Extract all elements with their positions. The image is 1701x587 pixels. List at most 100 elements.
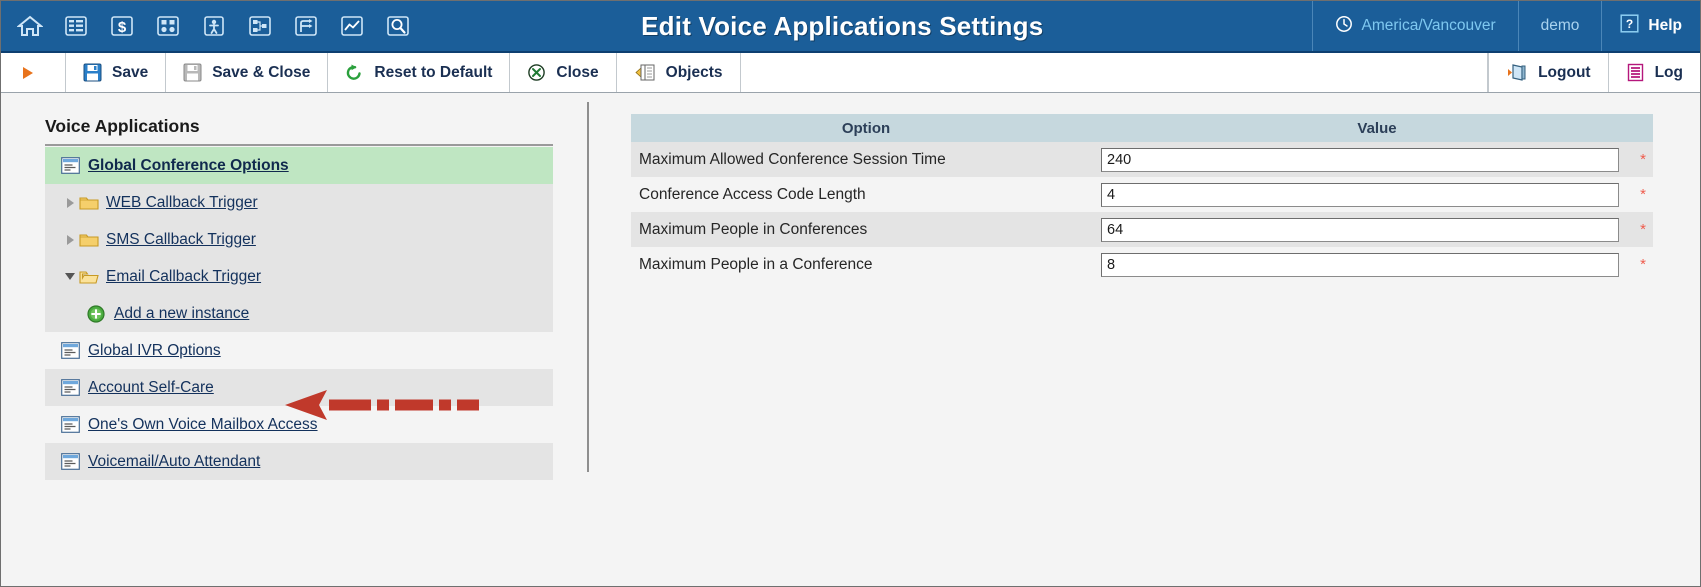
clock-icon — [1335, 15, 1353, 38]
tree-item-label[interactable]: Global Conference Options — [88, 157, 289, 175]
folder-icon — [79, 231, 99, 249]
max-people-in-conferences-input[interactable] — [1101, 217, 1619, 242]
floppy-disk-icon — [83, 63, 102, 82]
value-cell — [1101, 142, 1623, 177]
add-plus-icon — [87, 304, 107, 323]
required-asterisk: * — [1623, 247, 1654, 282]
top-header-bar: $ Edit Voice Applications Settings Ameri… — [1, 1, 1700, 53]
options-page-icon — [61, 157, 81, 175]
tree-item-label[interactable]: SMS Callback Trigger — [106, 231, 256, 249]
chevron-down-icon[interactable] — [61, 273, 79, 280]
objects-button[interactable]: Objects — [617, 53, 741, 92]
value-cell — [1101, 247, 1623, 282]
close-button[interactable]: Close — [510, 53, 617, 92]
logout-label: Logout — [1538, 63, 1591, 81]
dollar-icon[interactable]: $ — [107, 11, 137, 41]
refresh-arrow-icon — [345, 63, 364, 82]
tree-item-web-callback-trigger[interactable]: WEB Callback Trigger — [45, 184, 553, 221]
timezone-label: America/Vancouver — [1361, 17, 1496, 34]
tree-item-global-conference-options[interactable]: Global Conference Options — [45, 147, 553, 184]
home-icon[interactable] — [15, 11, 45, 41]
table-row: Maximum People in a Conference * — [631, 247, 1654, 282]
tree-item-ones-own-voice-mailbox-access[interactable]: One's Own Voice Mailbox Access — [45, 406, 553, 443]
required-asterisk: * — [1623, 142, 1654, 177]
question-mark-icon: ? — [1620, 14, 1639, 38]
option-label: Conference Access Code Length — [631, 177, 1101, 212]
voice-applications-tree: Global Conference Options WEB Callback T… — [45, 147, 553, 480]
max-people-in-a-conference-input[interactable] — [1101, 252, 1619, 277]
tree-item-add-a-new-instance[interactable]: Add a new instance — [45, 295, 553, 332]
reset-to-default-button[interactable]: Reset to Default — [328, 53, 511, 92]
close-label: Close — [556, 63, 599, 81]
folder-open-icon — [79, 268, 99, 286]
reset-to-default-label: Reset to Default — [374, 63, 493, 81]
panel-title: Voice Applications — [45, 116, 553, 146]
chart-icon[interactable] — [337, 11, 367, 41]
tree-item-label[interactable]: Email Callback Trigger — [106, 268, 261, 286]
search-magnifier-icon[interactable] — [383, 11, 413, 41]
help-button[interactable]: ? Help — [1601, 1, 1700, 51]
save-and-close-button[interactable]: Save & Close — [166, 53, 329, 92]
log-button[interactable]: Log — [1607, 53, 1700, 92]
required-asterisk: * — [1623, 212, 1654, 247]
save-button[interactable]: Save — [66, 53, 167, 92]
logout-button[interactable]: Logout — [1488, 53, 1608, 92]
objects-label: Objects — [665, 63, 723, 81]
toolbar-right-group: Logout Log — [1488, 53, 1700, 92]
tree-item-label[interactable]: Account Self-Care — [88, 379, 214, 397]
column-header-option: Option — [631, 114, 1101, 142]
timezone-indicator[interactable]: America/Vancouver — [1311, 1, 1518, 51]
tree-item-label[interactable]: WEB Callback Trigger — [106, 194, 258, 212]
network-icon[interactable] — [245, 11, 275, 41]
tree-item-label[interactable]: Global IVR Options — [88, 342, 221, 360]
svg-text:?: ? — [1626, 17, 1633, 31]
settings-panel: Option Value Maximum Allowed Conference … — [589, 94, 1700, 586]
list-icon[interactable] — [61, 11, 91, 41]
option-label: Maximum Allowed Conference Session Time — [631, 142, 1101, 177]
settings-table: Option Value Maximum Allowed Conference … — [631, 114, 1654, 282]
save-and-close-label: Save & Close — [212, 63, 311, 81]
tree-item-global-ivr-options[interactable]: Global IVR Options — [45, 332, 553, 369]
global-nav-icons: $ — [1, 1, 413, 51]
routing-icon[interactable] — [291, 11, 321, 41]
tree-item-email-callback-trigger[interactable]: Email Callback Trigger — [45, 258, 553, 295]
option-label: Maximum People in Conferences — [631, 212, 1101, 247]
value-cell — [1101, 177, 1623, 212]
table-row: Conference Access Code Length * — [631, 177, 1654, 212]
person-icon[interactable] — [199, 11, 229, 41]
tree-item-label[interactable]: One's Own Voice Mailbox Access — [88, 416, 318, 434]
options-page-icon — [61, 379, 81, 397]
tree-item-sms-callback-trigger[interactable]: SMS Callback Trigger — [45, 221, 553, 258]
page-title: Edit Voice Applications Settings — [641, 10, 1044, 41]
close-x-circle-icon — [527, 63, 546, 82]
chevron-right-icon[interactable] — [61, 234, 79, 245]
voice-applications-panel: Voice Applications Global Conference Opt… — [1, 94, 587, 586]
svg-text:$: $ — [118, 19, 127, 36]
max-conference-session-time-input[interactable] — [1101, 147, 1619, 172]
application-window: $ Edit Voice Applications Settings Ameri… — [0, 0, 1701, 587]
conference-access-code-length-input[interactable] — [1101, 182, 1619, 207]
chevron-right-icon[interactable] — [61, 197, 79, 208]
main-content-area: Voice Applications Global Conference Opt… — [1, 94, 1700, 586]
play-run-button[interactable] — [1, 53, 66, 92]
header-right-group: America/Vancouver demo ? Help — [1311, 1, 1700, 51]
play-triangle-icon — [21, 65, 35, 81]
toolbar-spacer — [741, 53, 1489, 92]
tree-item-account-self-care[interactable]: Account Self-Care — [45, 369, 553, 406]
required-asterisk: * — [1623, 177, 1654, 212]
log-label: Log — [1654, 63, 1683, 81]
table-row: Maximum People in Conferences * — [631, 212, 1654, 247]
log-lines-icon — [1626, 63, 1645, 82]
save-label: Save — [112, 63, 149, 81]
table-header-row: Option Value — [631, 114, 1654, 142]
options-page-icon — [61, 453, 81, 471]
options-page-icon — [61, 342, 81, 360]
tree-item-label[interactable]: Voicemail/Auto Attendant — [88, 453, 260, 471]
objects-back-arrow-icon — [634, 63, 656, 82]
table-row: Maximum Allowed Conference Session Time … — [631, 142, 1654, 177]
tree-item-label[interactable]: Add a new instance — [114, 305, 249, 323]
user-account-label[interactable]: demo — [1517, 1, 1602, 51]
grid-nodes-icon[interactable] — [153, 11, 183, 41]
action-toolbar: Save Save & Close Reset to Default Close — [1, 53, 1700, 93]
tree-item-voicemail-auto-attendant[interactable]: Voicemail/Auto Attendant — [45, 443, 553, 480]
